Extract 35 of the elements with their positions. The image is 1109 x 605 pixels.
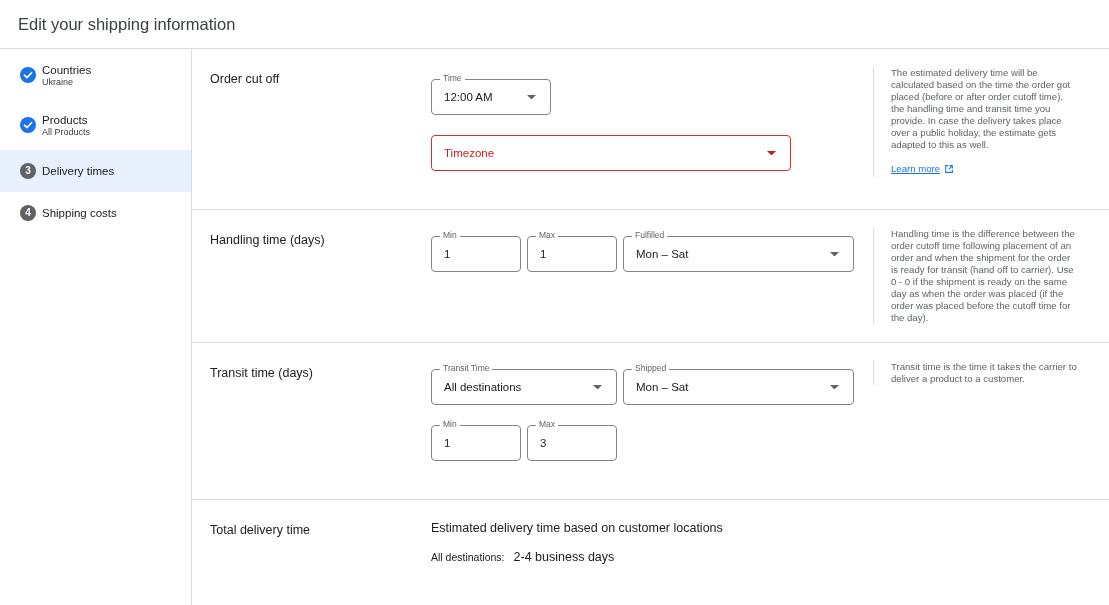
help-text: Handling time is the difference between the order cutoff time following placement of an order and when the shipment for the order is ready for transit (hand off to carrier). Use 0 - 0 if the shipment is ready on the same day as when the order was placed (if the order was placed before the cutoff time for the day). (891, 228, 1076, 324)
page-title: Edit your shipping information (18, 14, 236, 34)
section-title: Total delivery time (210, 523, 311, 537)
learn-more-link[interactable]: Learn more (891, 163, 954, 175)
field-label: Max (536, 419, 559, 430)
caret-icon (830, 251, 839, 257)
caret-icon (830, 384, 839, 390)
step-number: 4 (20, 205, 36, 221)
destination-label: All destinations: (431, 551, 505, 563)
check-icon (20, 67, 36, 83)
step-item[interactable]: Products All Products (0, 100, 191, 150)
section-title: Order cut off (210, 72, 280, 86)
step-item[interactable]: 4 Shipping costs (0, 192, 191, 234)
field-label: Time (440, 73, 465, 84)
dropdown-field[interactable]: Timezone (431, 135, 791, 171)
field-label: Max (536, 230, 559, 241)
help-text: Transit time is the time it takes the carrier to deliver a product to a customer. (891, 361, 1078, 385)
step-item[interactable]: 3 Delivery times (0, 150, 191, 192)
caret-icon (593, 384, 602, 390)
external-link-icon (945, 165, 954, 173)
step-item[interactable]: Countries Ukraine (0, 50, 191, 100)
check-icon (20, 117, 36, 133)
section-title: Transit time (days) (210, 366, 314, 380)
step-number: 3 (20, 163, 36, 179)
field-label: Shipped (632, 363, 670, 374)
caret-icon (767, 150, 776, 156)
field-label: Fulfilled (632, 230, 668, 241)
caret-icon (527, 94, 536, 100)
field-label: Min (440, 230, 460, 241)
delivery-estimate: 2-4 business days (513, 550, 615, 564)
section-title: Handling time (days) (210, 233, 325, 247)
field-label: Transit Time (440, 363, 493, 374)
field-label: Min (440, 419, 460, 430)
help-text: The estimated delivery time will be calculated based on the time the order got placed (before or after order cutoff time), the handling time and transit time you provide. In case the delivery takes place over a public holiday, the estimate gets adapted to this as well. (891, 67, 1072, 151)
summary-heading: Estimated delivery time based on customer locations (431, 520, 723, 536)
